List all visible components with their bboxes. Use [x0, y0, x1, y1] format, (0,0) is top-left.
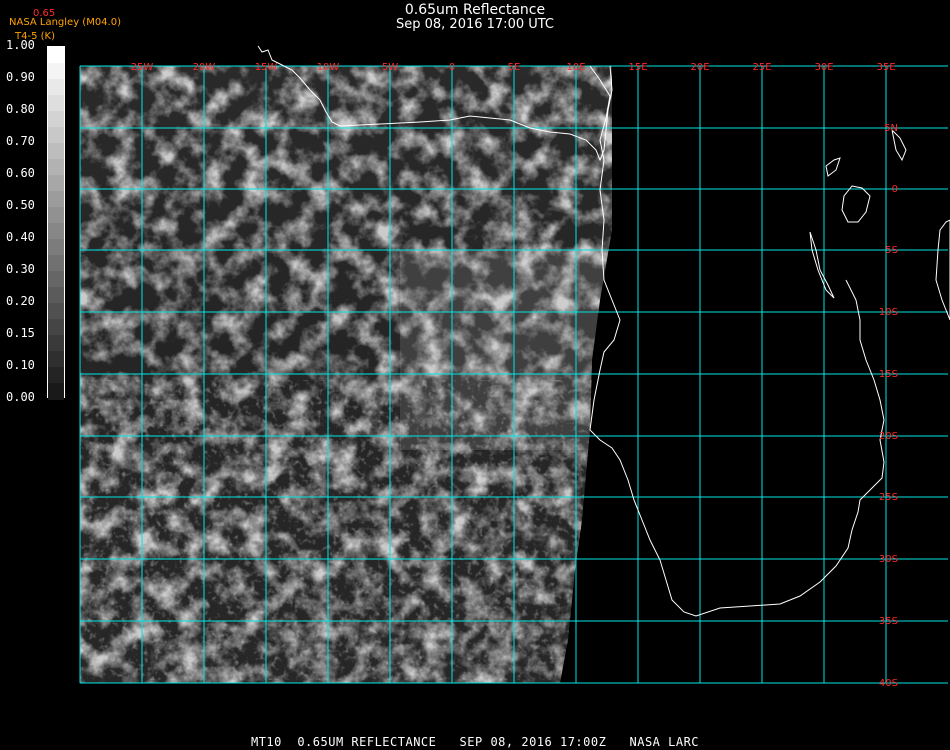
latitude-label: 25S: [879, 492, 898, 503]
longitude-label: 20W: [193, 62, 216, 73]
latitude-labels: 5N 0 5S 10S 15S 20S 25S 30S 35S 40S: [879, 123, 898, 689]
longitude-label: 25E: [752, 62, 771, 73]
satellite-imagery: [80, 66, 612, 683]
latitude-label: 20S: [879, 431, 898, 442]
longitude-label: 0: [449, 62, 455, 73]
latitude-label: 35S: [879, 616, 898, 627]
latitude-label: 0: [892, 184, 898, 195]
latitude-label: 15S: [879, 369, 898, 380]
longitude-label: 20E: [690, 62, 709, 73]
longitude-label: 5W: [382, 62, 398, 73]
longitude-label: 10E: [566, 62, 585, 73]
satellite-map: 25W 20W 15W 10W 5W 0 5E 10E 15E 20E 25E 30E 35E 5N05…: [79, 45, 950, 689]
longitude-label: 5E: [508, 62, 521, 73]
latitude-label: 5N: [884, 123, 898, 134]
longitude-label: 25W: [131, 62, 154, 73]
latitude-label: 30S: [879, 554, 898, 565]
satellite-image-viewer: { "header": { "title": "0.65um Reflectan…: [0, 0, 950, 750]
longitude-label: 35E: [876, 62, 895, 73]
longitude-label: 15W: [255, 62, 278, 73]
longitude-label: 15E: [628, 62, 647, 73]
latitude-label: 40S: [879, 678, 898, 689]
longitude-label: 10W: [317, 62, 340, 73]
longitude-label: 30E: [814, 62, 833, 73]
footer-caption: MT10 0.65UM REFLECTANCE SEP 08, 2016 17:…: [250, 735, 700, 749]
latitude-label: 5S: [885, 245, 898, 256]
latitude-label: 10S: [879, 307, 898, 318]
